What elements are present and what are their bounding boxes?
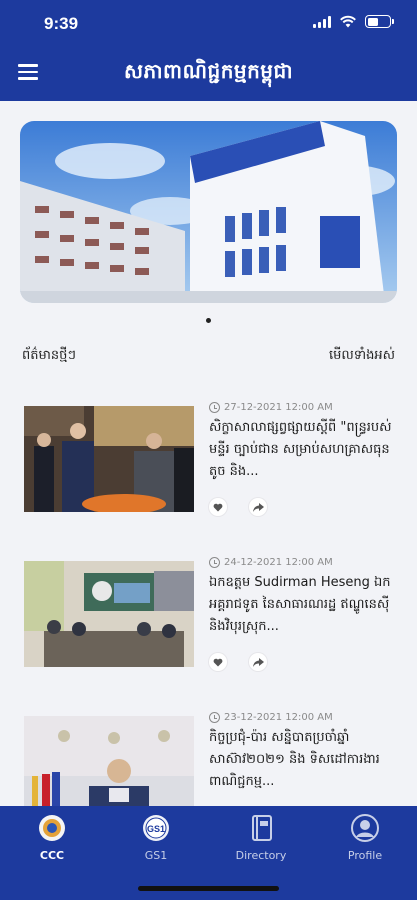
ccc-logo-icon xyxy=(39,815,65,841)
clock-icon xyxy=(209,557,220,568)
news-meta: 27-12-2021 12:00 AM សិក្ខាសាលាផ្សព្វផ្សា… xyxy=(209,402,394,483)
app-title: សភាពាណិជ្ជកម្មកម្ពុជា xyxy=(123,59,294,83)
heart-icon xyxy=(213,503,223,511)
news-date: 24-12-2021 12:00 AM xyxy=(209,557,394,568)
tab-ccc[interactable]: CCC xyxy=(7,814,97,862)
tab-label: GS1 xyxy=(144,849,168,862)
news-thumbnail[interactable] xyxy=(24,406,194,512)
clock-icon xyxy=(209,402,220,413)
like-button[interactable] xyxy=(209,498,227,516)
status-time: 9:39 xyxy=(44,14,79,33)
news-title[interactable]: កិច្ចប្រជុំ-ប៉ារ សន្និបាតប្រចាំឆ្នាំ សាស… xyxy=(209,727,394,793)
share-icon xyxy=(252,657,264,667)
user-profile-icon xyxy=(351,814,379,842)
heart-icon xyxy=(213,658,223,666)
news-actions xyxy=(209,498,267,516)
news-date-text: 27-12-2021 12:00 AM xyxy=(224,402,333,413)
share-button[interactable] xyxy=(249,653,267,671)
news-section-header: ព័ត៌មានថ្មីៗ មើលទាំងអស់ xyxy=(22,347,395,366)
news-date: 27-12-2021 12:00 AM xyxy=(209,402,394,413)
news-meta: 24-12-2021 12:00 AM ឯកឧត្តម Sudirman Hes… xyxy=(209,557,394,638)
news-date: 23-12-2021 12:00 AM xyxy=(209,712,394,723)
banner-image[interactable] xyxy=(20,121,397,303)
tab-profile[interactable]: Profile xyxy=(320,814,410,862)
news-section-title: ព័ត៌មានថ្មីៗ xyxy=(22,348,76,363)
battery-icon xyxy=(365,15,394,28)
news-title[interactable]: ឯកឧត្តម Sudirman Heseng ឯកអគ្គរាជទូត នៃស… xyxy=(209,572,394,638)
news-title[interactable]: សិក្ខាសាលាផ្សព្វផ្សាយស្តីពី "ពន្ធ្ររបស់ម… xyxy=(209,417,394,483)
tab-label: CCC xyxy=(39,849,65,862)
tab-label: Profile xyxy=(347,849,383,862)
gs1-logo-icon: GS1 xyxy=(143,815,169,841)
tab-directory[interactable]: Directory xyxy=(216,814,306,862)
news-item[interactable]: 24-12-2021 12:00 AM ឯកឧត្តម Sudirman Hes… xyxy=(24,557,394,671)
svg-text:GS1: GS1 xyxy=(147,824,165,834)
wifi-icon xyxy=(340,15,356,28)
app-header: 9:39 សភាពាណិជ្ជកម្មកម្ពុជា xyxy=(0,0,417,101)
news-thumbnail[interactable] xyxy=(24,561,194,667)
status-icons xyxy=(313,15,394,28)
news-actions xyxy=(209,653,267,671)
home-indicator[interactable] xyxy=(138,886,279,891)
news-meta: 23-12-2021 12:00 AM កិច្ចប្រជុំ-ប៉ារ សន្… xyxy=(209,712,394,793)
share-button[interactable] xyxy=(249,498,267,516)
carousel-indicator-dot[interactable] xyxy=(206,318,211,323)
news-date-text: 23-12-2021 12:00 AM xyxy=(224,712,333,723)
cellular-signal-icon xyxy=(313,15,331,28)
see-all-link[interactable]: មើលទាំងអស់ xyxy=(329,347,395,366)
like-button[interactable] xyxy=(209,653,227,671)
book-icon xyxy=(252,815,272,841)
share-icon xyxy=(252,502,264,512)
news-item[interactable]: 27-12-2021 12:00 AM សិក្ខាសាលាផ្សព្វផ្សា… xyxy=(24,402,394,516)
news-date-text: 24-12-2021 12:00 AM xyxy=(224,557,333,568)
tab-label: Directory xyxy=(235,849,287,862)
tab-gs1[interactable]: GS1 GS1 xyxy=(111,814,201,862)
clock-icon xyxy=(209,712,220,723)
